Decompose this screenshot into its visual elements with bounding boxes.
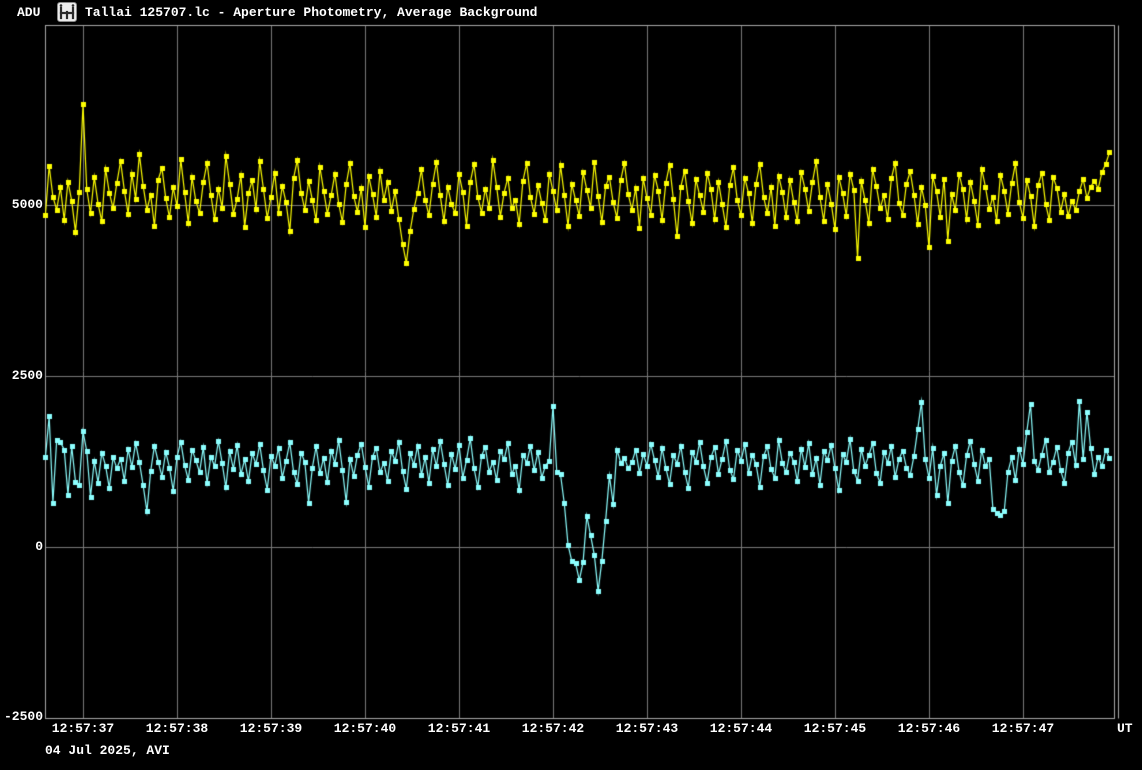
y-tick-label: 2500 [0,369,43,383]
x-axis-unit-label: UT [1117,722,1133,736]
x-tick-label: 12:57:47 [983,722,1063,736]
window-title: Tallai 125707.lc - Aperture Photometry, … [85,6,537,20]
footer-date-label: 04 Jul 2025, AVI [45,744,170,758]
x-tick-label: 12:57:39 [231,722,311,736]
y-axis-unit-label: ADU [17,6,40,20]
x-tick-label: 12:57:38 [137,722,217,736]
x-tick-label: 12:57:42 [513,722,593,736]
y-tick-label: 0 [0,540,43,554]
x-tick-label: 12:57:45 [795,722,875,736]
lightcurve-icon [57,2,77,22]
x-tick-label: 12:57:44 [701,722,781,736]
y-tick-label: 5000 [0,198,43,212]
y-tick-label: -2500 [0,710,43,724]
x-tick-label: 12:57:41 [419,722,499,736]
x-tick-label: 12:57:46 [889,722,969,736]
photometry-window: { "window": { "y_axis_unit": "ADU", "tit… [0,0,1142,770]
x-tick-label: 12:57:37 [43,722,123,736]
x-tick-label: 12:57:40 [325,722,405,736]
photometry-plot-canvas[interactable] [0,0,1142,770]
x-tick-label: 12:57:43 [607,722,687,736]
